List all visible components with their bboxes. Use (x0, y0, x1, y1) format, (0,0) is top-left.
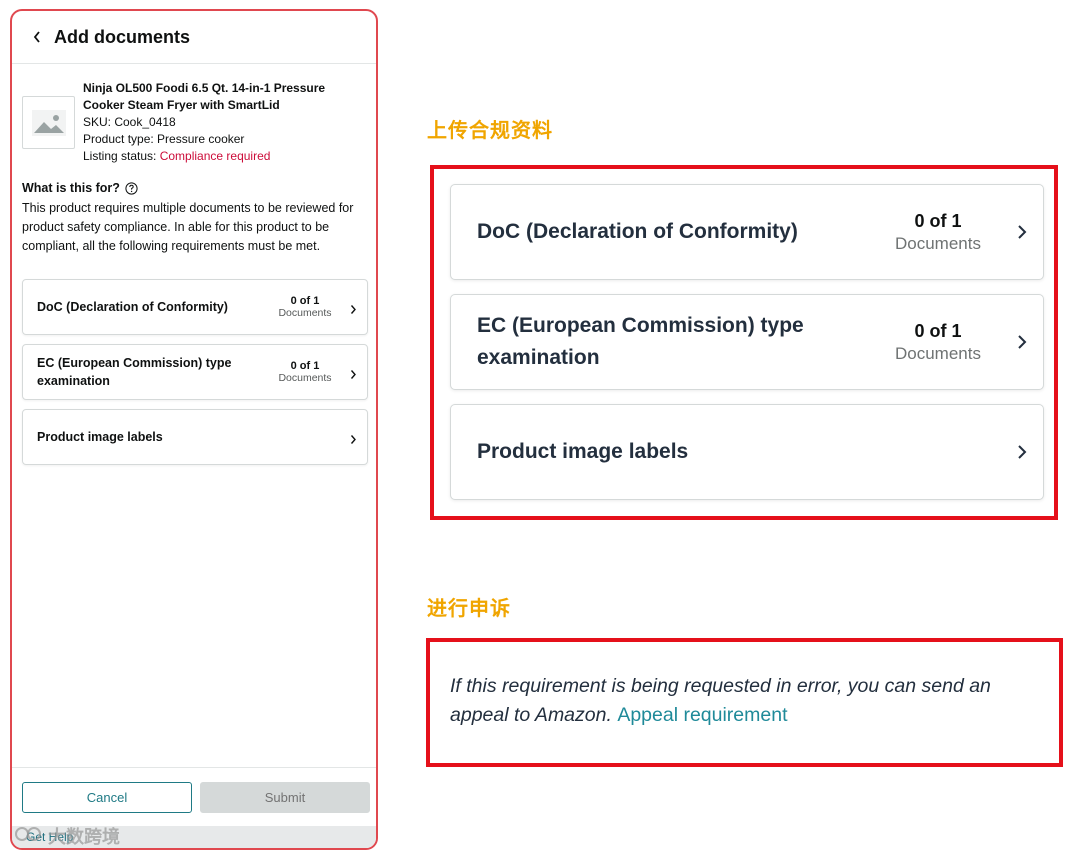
chevron-left-icon[interactable] (32, 30, 42, 44)
product-name: Ninja OL500 Foodi 6.5 Qt. 14-in-1 Pressu… (83, 81, 326, 112)
upload-requirements-highlight: DoC (Declaration of Conformity) 0 of 1 D… (430, 165, 1058, 520)
document-count: 0 of 1 Documents (274, 360, 336, 384)
zoom-requirement-product-image-labels[interactable]: Product image labels (450, 404, 1044, 500)
page-title: Add documents (54, 26, 191, 47)
product-info: Ninja OL500 Foodi 6.5 Qt. 14-in-1 Pressu… (83, 80, 366, 165)
document-count: 0 of 1 Documents (883, 321, 993, 364)
help-circle-icon[interactable] (125, 181, 138, 195)
requirement-label: DoC (Declaration of Conformity) (477, 220, 798, 243)
add-documents-panel: Add documents Ninja OL500 Foodi 6.5 Qt. … (10, 9, 378, 850)
panel-header: Add documents (12, 11, 376, 64)
document-count: 0 of 1 Documents (883, 211, 993, 254)
requirement-label: EC (European Commission) type examinatio… (37, 356, 232, 388)
document-count: 0 of 1 Documents (274, 295, 336, 319)
what-is-this-label: What is this for? (22, 181, 120, 195)
requirement-doc[interactable]: DoC (Declaration of Conformity) 0 of 1 D… (22, 279, 368, 335)
count-unit: Documents (895, 343, 981, 363)
chevron-right-icon (1017, 334, 1027, 350)
chevron-right-icon (1017, 444, 1027, 460)
count-value: 0 of 1 (914, 210, 962, 231)
zoom-requirement-doc[interactable]: DoC (Declaration of Conformity) 0 of 1 D… (450, 184, 1044, 280)
chevron-right-icon (1017, 224, 1027, 240)
count-unit: Documents (278, 372, 332, 384)
listing-status-label: Listing status: (83, 149, 160, 163)
what-is-this-body: This product requires multiple documents… (22, 201, 354, 253)
listing-status: Listing status: Compliance required (83, 148, 366, 165)
product-summary: Ninja OL500 Foodi 6.5 Qt. 14-in-1 Pressu… (12, 64, 376, 165)
appeal-requirement-link[interactable]: Appeal requirement (617, 704, 787, 726)
zoom-requirement-ec-type-examination[interactable]: EC (European Commission) type examinatio… (450, 294, 1044, 390)
requirement-label: DoC (Declaration of Conformity) (37, 300, 228, 314)
chevron-right-icon (350, 432, 357, 444)
product-type: Product type: Pressure cooker (83, 132, 245, 146)
appeal-message: If this requirement is being requested i… (450, 672, 1040, 730)
what-is-this-section: What is this for? This product requires … (12, 165, 376, 256)
upload-compliance-title: 上传合规资料 (427, 118, 553, 142)
count-value: 0 of 1 (290, 360, 320, 372)
count-unit: Documents (895, 233, 981, 253)
panel-footer: Cancel Submit (12, 767, 376, 813)
status-badge: Compliance required (159, 149, 271, 163)
get-help-link[interactable]: Get Help (12, 826, 376, 848)
chevron-right-icon (350, 367, 357, 379)
chevron-right-icon (350, 302, 357, 314)
cancel-button[interactable]: Cancel (22, 782, 192, 813)
what-is-this-title: What is this for? (22, 181, 366, 195)
product-sku: SKU: Cook_0418 (83, 115, 176, 129)
submit-button[interactable]: Submit (200, 782, 370, 813)
image-placeholder-icon (22, 96, 75, 149)
requirement-product-image-labels[interactable]: Product image labels (22, 409, 368, 465)
requirement-label: EC (European Commission) type examinatio… (477, 314, 804, 369)
appeal-title: 进行申诉 (427, 596, 511, 620)
count-value: 0 of 1 (914, 320, 962, 341)
requirement-ec-type-examination[interactable]: EC (European Commission) type examinatio… (22, 344, 368, 400)
count-unit: Documents (278, 307, 332, 319)
appeal-highlight: If this requirement is being requested i… (426, 638, 1063, 767)
requirements-list: DoC (Declaration of Conformity) 0 of 1 D… (12, 256, 376, 465)
count-value: 0 of 1 (290, 295, 320, 307)
requirement-label: Product image labels (37, 430, 163, 444)
requirement-label: Product image labels (477, 440, 689, 463)
